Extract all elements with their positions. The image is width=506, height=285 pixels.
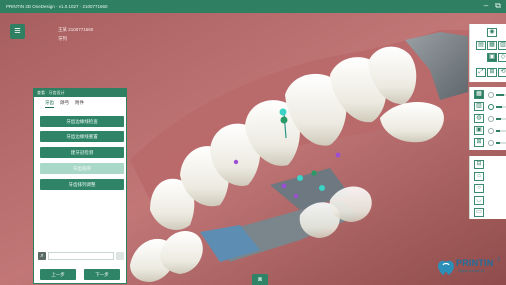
marker-cyan-3 (319, 185, 325, 191)
layer-toolbar: ▦ ▥ ◍ ▣ ⊞ (469, 87, 506, 150)
logo-suffix: 3 (497, 257, 500, 263)
layer-upper-slider-fill (496, 94, 504, 96)
marker-cyan-1 (279, 108, 287, 116)
margin-reset-button[interactable]: 牙齿边缘线重置 (40, 131, 124, 142)
title-bar: PRINTIN 3D OneDesign · v1.0.1027 · 21007… (0, 0, 506, 13)
view-right-icon[interactable]: ▥ (498, 41, 506, 50)
logo-mark-icon (438, 260, 454, 275)
layer-gum-icon[interactable]: ◍ (474, 114, 484, 123)
clear-button[interactable] (116, 252, 124, 260)
layer-gum-slider[interactable] (496, 118, 506, 120)
layer-lower-slider[interactable] (496, 106, 506, 108)
marker-green-2 (311, 170, 317, 176)
margin-check-button[interactable]: 牙齿边缘线检查 (40, 116, 124, 127)
reset-view-icon[interactable]: ⟲ (498, 68, 506, 77)
design-panel: 查看 · 牙齿设计 牙齿 颌弓 附件 牙齿边缘线检查 牙齿边缘线重置 建牙冠检测… (33, 88, 127, 284)
layer-gum-slider-fill (496, 118, 501, 120)
teeth-sort-button[interactable]: 牙齿排序 (40, 163, 124, 174)
move-icon[interactable]: ◡ (474, 196, 484, 205)
rotate-icon[interactable]: ○ (474, 184, 484, 193)
restore-button[interactable]: ⧉ (493, 1, 503, 11)
layer-base-toggle[interactable] (488, 140, 494, 146)
patient-subtitle: 牙列 (58, 36, 67, 41)
tab-arch[interactable]: 颌弓 (60, 100, 69, 108)
camera-icon[interactable]: ◉ (487, 28, 497, 37)
view-top-icon[interactable]: ▣ (487, 53, 497, 62)
view-left-icon[interactable]: ▤ (476, 41, 486, 50)
layer-upper-toggle[interactable] (488, 92, 494, 98)
hamburger-icon[interactable]: ≡ (10, 24, 25, 39)
layer-lower-toggle[interactable] (488, 104, 494, 110)
settings-icon[interactable]: ▭ (474, 208, 484, 217)
tool-toolbar: ⊟ ⌂ ○ ◡ ▭ (469, 156, 506, 219)
crown-detect-button[interactable]: 建牙冠检测 (40, 147, 124, 158)
tab-teeth[interactable]: 牙齿 (45, 100, 54, 108)
search-input[interactable] (48, 252, 114, 260)
layer-base-slider-fill (496, 142, 500, 144)
layer-attachment-slider[interactable] (496, 130, 506, 132)
view-toolbar: ◉ ▤ ▦ ▥ ▣ ◇ ⤢ ⊞ ⟲ (469, 24, 506, 82)
layer-attachment-toggle[interactable] (488, 128, 494, 134)
layer-attachment-slider-fill (496, 130, 500, 132)
next-step-button[interactable]: 下一步 (84, 269, 120, 280)
marker-purple-3 (233, 159, 239, 165)
layer-gum-toggle[interactable] (488, 116, 494, 122)
layer-base-icon[interactable]: ⊞ (474, 138, 484, 147)
logo-tagline: Digital Dental 3D (458, 269, 485, 273)
cut-icon[interactable]: ⌂ (474, 172, 484, 181)
panel-title: 查看 · 牙齿设计 (34, 89, 126, 97)
panel-tabs: 牙齿 颌弓 附件 (34, 97, 126, 108)
marker-cyan-2 (297, 175, 303, 181)
minimize-button[interactable]: – (481, 1, 491, 11)
marker-purple-4 (293, 193, 299, 199)
fit-view-icon[interactable]: ⤢ (476, 68, 486, 77)
layer-upper-slider[interactable] (496, 94, 506, 96)
tab-attachment[interactable]: 附件 (75, 100, 84, 108)
layer-attachment-icon[interactable]: ▣ (474, 126, 484, 135)
layer-upper-icon[interactable]: ▦ (474, 90, 484, 99)
layer-lower-icon[interactable]: ▥ (474, 102, 484, 111)
layer-base-slider[interactable] (496, 142, 506, 144)
grid-icon[interactable]: ⊞ (487, 68, 497, 77)
brand-logo: PRINTIN 3 Digital Dental 3D (436, 255, 506, 277)
marker-purple-2 (281, 183, 287, 189)
marker-purple-1 (335, 152, 341, 158)
measure-icon[interactable]: ⊟ (474, 160, 484, 169)
arrangement-adjust-button[interactable]: 牙齿排列调整 (40, 179, 124, 190)
patient-name: 王某 2100771660 (58, 27, 94, 32)
layer-lower-slider-fill (496, 106, 502, 108)
logo-wordmark: PRINTIN (456, 258, 494, 268)
marker-green-1 (280, 116, 288, 124)
shield-icon[interactable]: ◇ (498, 53, 506, 62)
search-icon[interactable]: ⌕ (38, 252, 46, 260)
view-front-icon[interactable]: ▦ (487, 41, 497, 50)
3d-view-icon[interactable]: ⧈ (252, 274, 268, 285)
prev-step-button[interactable]: 上一步 (40, 269, 76, 280)
window-title: PRINTIN 3D OneDesign · v1.0.1027 · 21007… (6, 4, 108, 9)
